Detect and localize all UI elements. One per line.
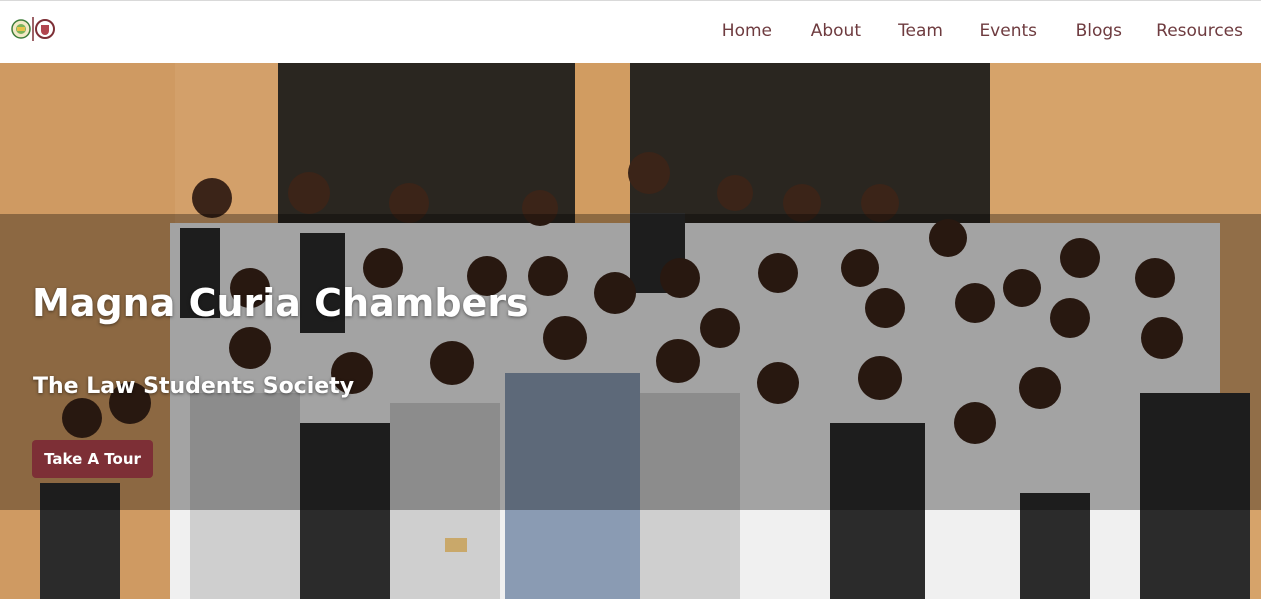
- nav-link-team[interactable]: Team: [898, 21, 943, 41]
- navbar: Home About Team Events Blogs Resources: [0, 0, 1261, 63]
- nav-link-blogs[interactable]: Blogs: [1076, 21, 1122, 41]
- nav-link-about[interactable]: About: [811, 21, 861, 41]
- society-logo[interactable]: [11, 15, 57, 43]
- nav-link-home[interactable]: Home: [722, 21, 772, 41]
- hero-section: Magna Curia Chambers The Law Students So…: [0, 63, 1261, 599]
- hero-overlay: [0, 214, 1261, 510]
- take-a-tour-button[interactable]: Take A Tour: [32, 440, 153, 478]
- hero-title: Magna Curia Chambers: [32, 281, 529, 325]
- nav-link-resources[interactable]: Resources: [1156, 21, 1243, 41]
- university-crest-icon: [11, 19, 31, 39]
- hero-subtitle: The Law Students Society: [33, 374, 355, 399]
- nav-link-events[interactable]: Events: [979, 21, 1037, 41]
- chambers-crest-icon: [35, 19, 55, 39]
